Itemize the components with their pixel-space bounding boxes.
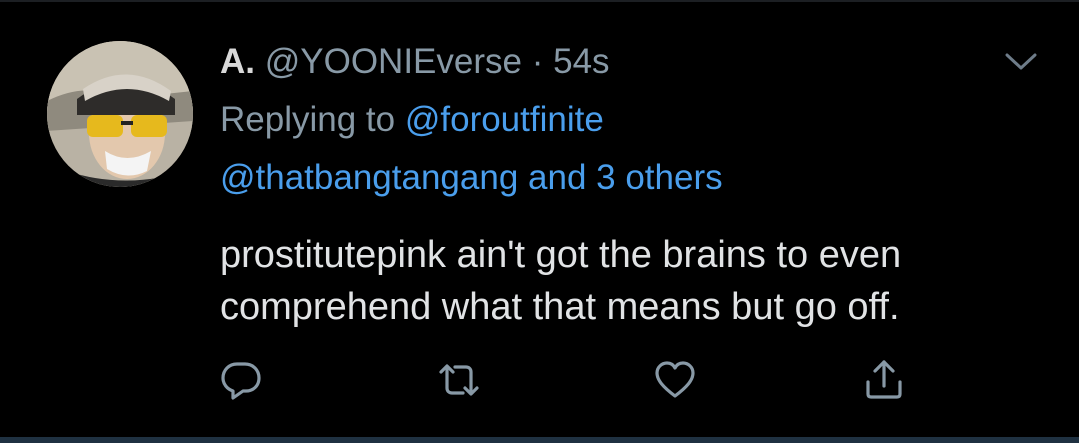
avatar-image: [47, 41, 193, 187]
avatar[interactable]: [47, 41, 193, 187]
tweet-header: A. @YOONIEverse · 54s: [220, 40, 610, 84]
retweet-icon: [439, 364, 479, 396]
timestamp[interactable]: 54s: [553, 42, 609, 81]
separator-dot: ·: [531, 42, 544, 81]
share-button[interactable]: [862, 358, 906, 402]
share-icon: [866, 360, 902, 399]
tweet-text-line: comprehend what that means but go off.: [220, 286, 900, 328]
chevron-down-icon[interactable]: [1001, 46, 1041, 76]
replying-to-label: Replying to: [220, 100, 396, 139]
mention-others-link[interactable]: @thatbangtangang and 3 others: [220, 156, 723, 200]
tweet[interactable]: A. @YOONIEverse · 54s Replying to @forou…: [0, 0, 1079, 437]
like-button[interactable]: [653, 358, 697, 402]
display-name[interactable]: A.: [220, 42, 255, 81]
bottom-divider: [0, 437, 1079, 443]
retweet-button[interactable]: [437, 358, 481, 402]
reply-button[interactable]: [219, 358, 263, 402]
reply-icon: [221, 362, 261, 400]
replying-to: Replying to @foroutfinite: [220, 98, 604, 142]
user-handle[interactable]: @YOONIEverse: [265, 42, 522, 81]
mention-link[interactable]: @foroutfinite: [405, 100, 604, 139]
heart-icon: [655, 361, 695, 398]
tweet-text-line: prostitutepink ain't got the brains to e…: [220, 234, 902, 276]
tweet-text: prostitutepink ain't got the brains to e…: [220, 229, 1060, 333]
